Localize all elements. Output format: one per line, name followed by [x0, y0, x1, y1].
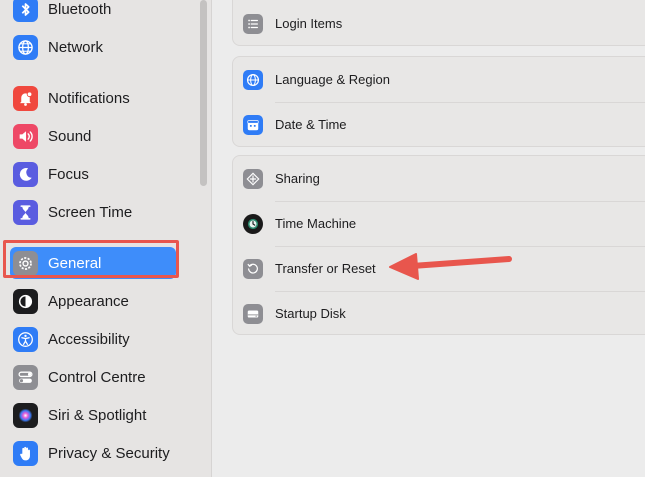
sidebar-item-label: Siri & Spotlight — [48, 406, 147, 424]
moon-icon — [13, 161, 38, 187]
globe-icon — [13, 34, 38, 60]
sidebar: Bluetooth Network Notifications Sound Fo… — [0, 0, 212, 477]
settings-group-locale: Language & Region Date & Time — [232, 56, 645, 147]
sidebar-item-label: Focus — [48, 165, 89, 183]
row-label: Login Items — [275, 16, 343, 31]
sidebar-item-privacy-security[interactable]: Privacy & Security — [10, 437, 176, 469]
sidebar-item-label: Network — [48, 38, 104, 56]
row-transfer-or-reset[interactable]: Transfer or Reset — [233, 246, 645, 291]
siri-icon — [13, 402, 38, 428]
sidebar-item-control-centre[interactable]: Control Centre — [10, 361, 176, 393]
row-label: Date & Time — [275, 117, 347, 132]
sidebar-item-label: Appearance — [48, 292, 129, 310]
list-icon — [243, 13, 263, 34]
sidebar-item-notifications[interactable]: Notifications — [10, 82, 176, 114]
reset-icon — [243, 258, 263, 279]
row-sharing[interactable]: Sharing — [233, 156, 645, 201]
sidebar-item-network[interactable]: Network — [10, 31, 176, 63]
disk-icon — [243, 303, 263, 324]
settings-group-system: Sharing Time Machine Transfer or Reset S… — [232, 155, 645, 335]
sidebar-item-label: Bluetooth — [48, 0, 112, 18]
appearance-icon — [13, 288, 38, 314]
sidebar-scrollbar[interactable] — [200, 0, 207, 186]
sidebar-item-screen-time[interactable]: Screen Time — [10, 196, 176, 228]
sidebar-item-label: Notifications — [48, 89, 130, 107]
sidebar-item-label: Accessibility — [48, 330, 130, 348]
row-label: Sharing — [275, 171, 320, 186]
row-language-region[interactable]: Language & Region — [233, 57, 645, 102]
speaker-icon — [13, 123, 38, 149]
annotation-highlight-box — [3, 240, 179, 278]
row-time-machine[interactable]: Time Machine — [233, 201, 645, 246]
hand-icon — [13, 440, 38, 466]
main-content: Login Items Language & Region Date & Tim… — [212, 0, 645, 477]
globe-icon — [243, 69, 263, 90]
row-date-time[interactable]: Date & Time — [233, 102, 645, 147]
sidebar-item-sound[interactable]: Sound — [10, 120, 176, 152]
hourglass-icon — [13, 199, 38, 225]
accessibility-icon — [13, 326, 38, 352]
sidebar-item-appearance[interactable]: Appearance — [10, 285, 176, 317]
calendar-icon — [243, 114, 263, 135]
row-label: Language & Region — [275, 72, 390, 87]
sidebar-item-label: Screen Time — [48, 203, 133, 221]
row-label: Transfer or Reset — [275, 261, 376, 276]
settings-group-login: Login Items — [232, 0, 645, 46]
sharing-icon — [243, 168, 263, 189]
row-startup-disk[interactable]: Startup Disk — [233, 291, 645, 336]
bluetooth-icon — [13, 0, 38, 22]
toggles-icon — [13, 364, 38, 390]
sidebar-item-label: Privacy & Security — [48, 444, 170, 462]
sidebar-item-focus[interactable]: Focus — [10, 158, 176, 190]
time-machine-icon — [243, 213, 263, 234]
row-login-items[interactable]: Login Items — [233, 1, 645, 46]
sidebar-item-label: Control Centre — [48, 368, 146, 386]
sidebar-item-label: Sound — [48, 127, 92, 145]
bell-icon — [13, 85, 38, 111]
row-label: Time Machine — [275, 216, 357, 231]
sidebar-item-bluetooth[interactable]: Bluetooth — [10, 0, 176, 25]
row-label: Startup Disk — [275, 306, 346, 321]
sidebar-item-accessibility[interactable]: Accessibility — [10, 323, 176, 355]
sidebar-item-siri-spotlight[interactable]: Siri & Spotlight — [10, 399, 176, 431]
